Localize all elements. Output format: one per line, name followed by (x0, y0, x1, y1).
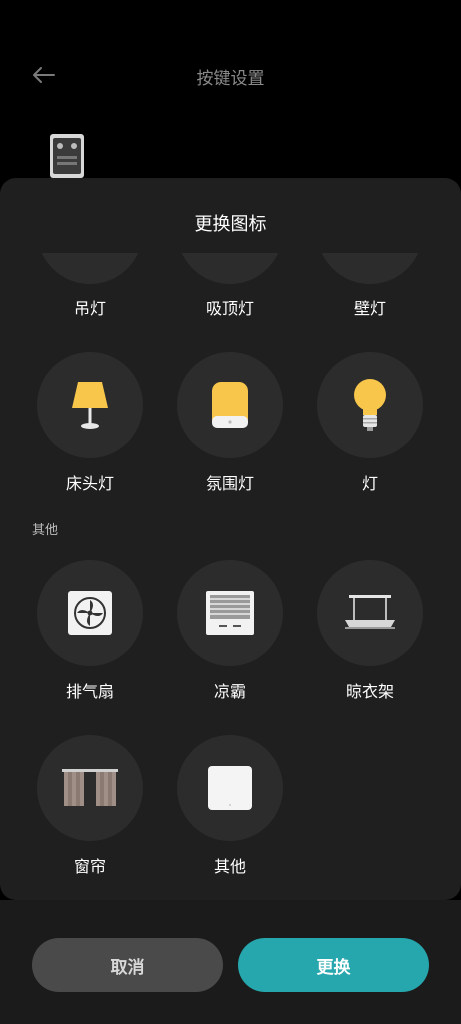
page-title: 按键设置 (196, 69, 265, 89)
icon-option-other[interactable] (177, 735, 283, 841)
light-bulb-icon (354, 379, 386, 431)
curtain-icon (62, 769, 118, 806)
bedside-lamp-icon (72, 382, 108, 429)
icon-grid-scroll[interactable]: 吊灯 吸顶灯 壁灯 床头灯 氛围灯 灯 其他 排气扇 凉霸 晾衣架 窗帘 其他 (0, 253, 461, 900)
top-bar: 按键设置 (0, 50, 461, 100)
icon-label-light-bulb: 灯 (361, 474, 378, 493)
icon-option-light-bulb[interactable] (317, 352, 423, 458)
cooling-fan-icon (206, 591, 254, 635)
section-label-other: 其他 (32, 523, 59, 538)
device-thumbnail-icon (50, 134, 84, 178)
icon-label-clothes-rack: 晾衣架 (345, 682, 394, 701)
icon-label-ceiling-lamp: 吸顶灯 (205, 299, 254, 318)
icon-label-other: 其他 (213, 857, 246, 876)
icon-option-pendant-lamp[interactable] (37, 253, 143, 284)
icon-label-bedside-lamp: 床头灯 (65, 474, 114, 493)
ambient-light-icon (212, 382, 248, 428)
icon-option-cooling-fan[interactable] (177, 560, 283, 666)
icon-label-exhaust-fan: 排气扇 (65, 682, 114, 701)
icon-option-clothes-rack[interactable] (317, 560, 423, 666)
confirm-change-button[interactable]: 更换 (238, 938, 429, 992)
other-switch-icon (208, 766, 252, 810)
icon-option-wall-lamp[interactable] (317, 253, 423, 284)
icon-option-bedside-lamp[interactable] (37, 352, 143, 458)
footer: 取消 更换 (0, 900, 461, 1024)
icon-label-ambient-light: 氛围灯 (205, 474, 254, 493)
icon-option-curtain[interactable] (37, 735, 143, 841)
change-icon-sheet: 更换图标 吊灯 吸顶灯 壁灯 床头灯 氛围灯 灯 其他 排气扇 凉霸 晾衣架 窗… (0, 178, 461, 900)
icon-label-curtain: 窗帘 (73, 857, 106, 876)
exhaust-fan-icon (68, 591, 112, 635)
icon-label-cooling-fan: 凉霸 (213, 682, 246, 701)
icon-option-ceiling-lamp[interactable] (177, 253, 283, 284)
icon-label-pendant-lamp: 吊灯 (73, 299, 106, 318)
icon-option-ambient-light[interactable] (177, 352, 283, 458)
sheet-title: 更换图标 (194, 214, 267, 235)
cancel-button[interactable]: 取消 (32, 938, 223, 992)
icon-label-wall-lamp: 壁灯 (353, 299, 386, 318)
clothes-rack-icon (345, 595, 395, 629)
icon-option-exhaust-fan[interactable] (37, 560, 143, 666)
